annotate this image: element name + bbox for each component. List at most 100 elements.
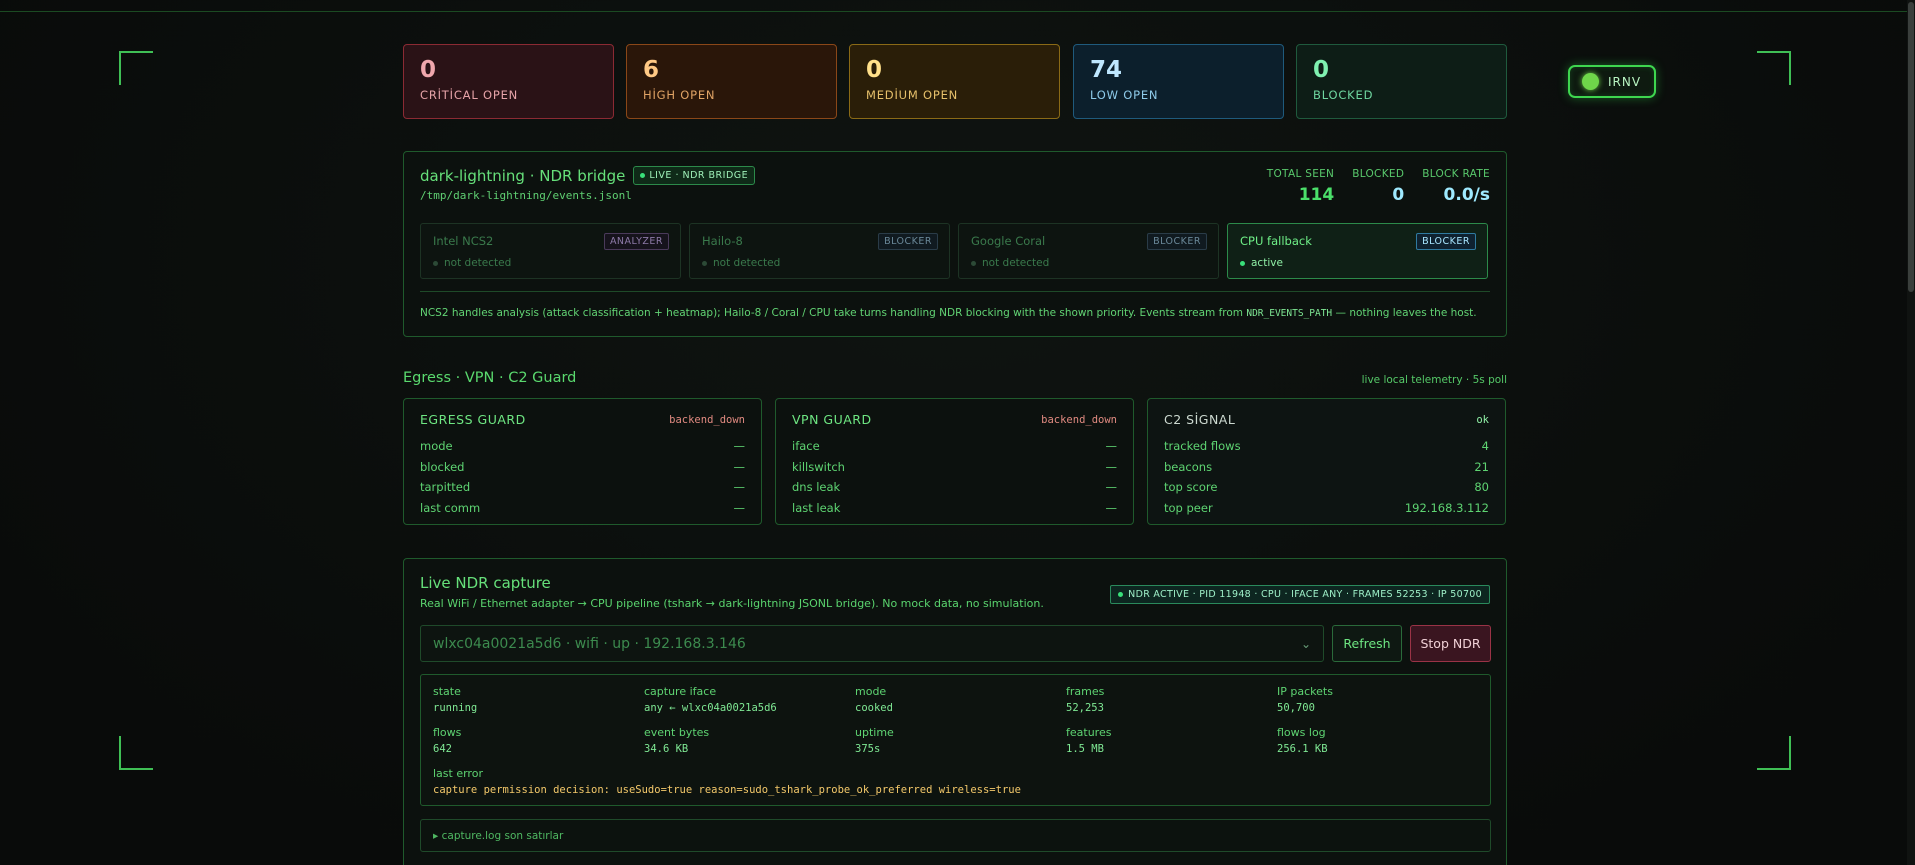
irnv-toggle[interactable]: IRNV <box>1568 65 1656 98</box>
guard-row: last comm — <box>420 498 745 519</box>
interface-select[interactable]: wlxc04a0021a5d6 · wifi · up · 192.168.3.… <box>420 625 1324 662</box>
capture-log-toggle[interactable]: ▸ capture.log son satırlar <box>420 819 1491 852</box>
card-title: VPN GUARD <box>792 412 872 427</box>
c2-signal-card: C2 SİGNAL ok tracked flows 4 beacons 21 to… <box>1147 398 1506 525</box>
stat-high-open: 6 HİGH OPEN <box>626 44 837 119</box>
row-value: — <box>1105 459 1118 474</box>
row-key: dns leak <box>792 480 841 495</box>
ndr-title: dark-lightning · NDR bridge <box>420 166 626 185</box>
metric-flows-log: flows log 256.1 KB <box>1277 726 1488 755</box>
status-dot-icon <box>971 260 976 266</box>
section-subtitle: live local telemetry · 5s poll <box>1361 374 1507 386</box>
interface-select-value: wlxc04a0021a5d6 · wifi · up · 192.168.3.… <box>433 635 746 652</box>
note-text-end: — nothing leaves the host. <box>1332 307 1477 319</box>
scrollbar[interactable] <box>1907 0 1915 865</box>
ndr-stats: TOTAL SEEN 114 BLOCKED 0 BLOCK RATE 0.0/… <box>1267 168 1490 205</box>
frame-corner-bottom-left <box>119 736 153 770</box>
status-dot-icon <box>433 260 438 266</box>
ndr-note: NCS2 handles analysis (attack classifica… <box>420 307 1477 319</box>
metric-value: any ← wlxc04a0021a5d6 <box>644 702 777 714</box>
metric-value: 642 <box>433 743 452 755</box>
stat-value: 6 <box>643 57 660 83</box>
row-value: — <box>733 439 746 454</box>
row-key: beacons <box>1164 459 1213 474</box>
ndr-bridge-panel: dark-lightning · NDR bridge LIVE · NDR B… <box>403 151 1507 337</box>
irnv-label: IRNV <box>1608 74 1642 89</box>
device-status: active <box>1251 257 1283 269</box>
note-text: NCS2 handles analysis (attack classifica… <box>420 307 1247 319</box>
refresh-button[interactable]: Refresh <box>1332 625 1402 662</box>
total-seen-label: TOTAL SEEN <box>1266 168 1335 180</box>
metric-value: 256.1 KB <box>1277 743 1328 755</box>
row-key: last comm <box>420 500 481 515</box>
total-seen-value: 114 <box>1298 185 1335 205</box>
note-code: NDR_EVENTS_PATH <box>1246 308 1333 319</box>
device-google-coral: Google Coral BLOCKER not detected <box>958 223 1219 279</box>
stat-label: MEDİUM OPEN <box>866 88 959 102</box>
last-error: last error capture permission decision: … <box>433 767 1478 796</box>
stat-value: 0 <box>866 57 883 83</box>
ndr-active-label: NDR ACTIVE · PID 11948 · CPU · IFACE ANY… <box>1128 589 1482 600</box>
blocked-value: 0 <box>1392 185 1405 205</box>
guard-row: tracked flows 4 <box>1164 436 1489 457</box>
metric-label: features <box>1066 726 1112 739</box>
row-key: tracked flows <box>1164 439 1241 454</box>
live-dot-icon <box>640 173 646 178</box>
guard-row: beacons 21 <box>1164 457 1489 478</box>
metric-features: features 1.5 MB <box>1066 726 1277 755</box>
metric-label: event bytes <box>644 726 710 739</box>
metric-value: 34.6 KB <box>644 743 689 755</box>
device-role-tag: BLOCKER <box>1147 233 1207 250</box>
row-value: — <box>733 480 746 495</box>
live-capture-panel: Live NDR capture Real WiFi / Ethernet ad… <box>403 558 1507 865</box>
stat-label: CRİTİCAL OPEN <box>420 88 519 102</box>
row-value: 21 <box>1474 459 1489 474</box>
stat-label: BLOCKED <box>1313 88 1374 102</box>
metric-label: frames <box>1066 685 1105 698</box>
guard-row: tarpitted — <box>420 477 745 498</box>
row-key: iface <box>792 439 820 454</box>
guard-row: top peer 192.168.3.112 <box>1164 498 1489 519</box>
top-divider <box>0 11 1915 12</box>
metric-value: 52,253 <box>1066 702 1104 714</box>
metric-label: flows log <box>1277 726 1326 739</box>
row-key: top peer <box>1164 500 1213 515</box>
card-status: backend_down <box>1041 413 1117 426</box>
metric-label: IP packets <box>1277 685 1333 698</box>
stop-ndr-button[interactable]: Stop NDR <box>1410 625 1491 662</box>
stat-medium-open: 0 MEDİUM OPEN <box>849 44 1060 119</box>
card-status: backend_down <box>669 413 745 426</box>
row-value: — <box>733 500 746 515</box>
last-error-label: last error <box>433 767 483 780</box>
metric-state: state running <box>433 685 644 714</box>
vpn-guard-card: VPN GUARD backend_down iface — killswitch… <box>775 398 1134 525</box>
row-value: — <box>733 459 746 474</box>
metric-frames: frames 52,253 <box>1066 685 1277 714</box>
stat-value: 0 <box>420 57 437 83</box>
scrollbar-thumb[interactable] <box>1908 2 1914 292</box>
stat-value: 0 <box>1313 57 1330 83</box>
metric-flows: flows 642 <box>433 726 644 755</box>
row-key: killswitch <box>792 459 845 474</box>
metric-mode: mode cooked <box>855 685 1066 714</box>
metric-value: 375s <box>855 743 881 755</box>
stat-label: LOW OPEN <box>1090 88 1159 102</box>
stat-value: 74 <box>1090 57 1123 83</box>
metric-value: 1.5 MB <box>1066 743 1104 755</box>
guard-row: iface — <box>792 436 1117 457</box>
row-value: — <box>1105 480 1118 495</box>
active-dot-icon <box>1118 592 1124 597</box>
ndr-active-badge: NDR ACTIVE · PID 11948 · CPU · IFACE ANY… <box>1110 585 1490 604</box>
guard-row: last leak — <box>792 498 1117 519</box>
metric-label: flows <box>433 726 462 739</box>
frame-corner-bottom-right <box>1757 736 1791 770</box>
metric-uptime: uptime 375s <box>855 726 1066 755</box>
egress-guard-card: EGRESS GUARD backend_down mode — blocked —… <box>403 398 762 525</box>
stat-blocked: 0 BLOCKED <box>1296 44 1507 119</box>
device-status: not detected <box>713 257 781 269</box>
metric-event-bytes: event bytes 34.6 KB <box>644 726 855 755</box>
status-dot-icon <box>1582 73 1599 90</box>
row-value: 192.168.3.112 <box>1404 500 1489 515</box>
guard-row: killswitch — <box>792 457 1117 478</box>
metric-value: cooked <box>855 702 893 714</box>
